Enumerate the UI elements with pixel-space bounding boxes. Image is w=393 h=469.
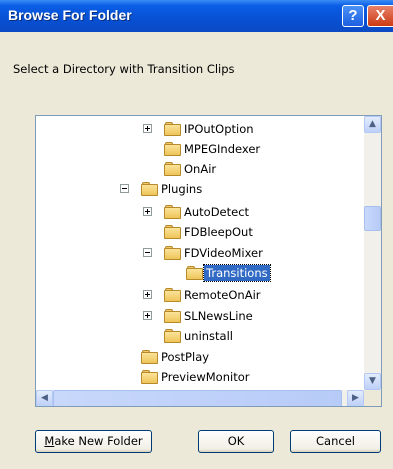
tree-item-label: AutoDetect: [184, 205, 250, 219]
tree-item-label: IPOutOption: [184, 122, 254, 136]
tree-item-label: Plugins: [161, 182, 203, 196]
scroll-right-button[interactable]: ▶: [347, 390, 364, 406]
folder-icon: [164, 205, 181, 219]
tree-item-label: FDVideoMixer: [184, 246, 263, 260]
tree-item-label: OnAir: [184, 162, 217, 176]
instruction-text: Select a Directory with Transition Clips: [13, 62, 235, 76]
folder-icon: [164, 225, 181, 239]
folder-tree[interactable]: IPOutOption MPEGIndexer OnAir Plugins AutoDe…: [35, 115, 382, 407]
folder-icon: [164, 309, 181, 323]
horizontal-scrollbar[interactable]: ◀ ▶: [36, 390, 364, 406]
tree-item-label: SLNewsLine: [184, 309, 253, 323]
folder-icon: [164, 246, 181, 260]
folder-icon: [164, 162, 181, 176]
folder-icon: [141, 350, 158, 364]
ok-button[interactable]: OK: [198, 430, 274, 453]
tree-item-label: FDBleepOut: [184, 225, 253, 239]
close-button[interactable]: X: [367, 5, 393, 27]
expand-icon[interactable]: [143, 290, 152, 299]
scroll-up-button[interactable]: ▲: [364, 116, 381, 133]
tree-item-label: PreviewMonitor: [161, 370, 250, 384]
window-title: Browse For Folder: [8, 7, 132, 23]
expand-icon[interactable]: [143, 207, 152, 216]
folder-icon: [164, 329, 181, 343]
folder-icon: [164, 122, 181, 136]
folder-icon: [164, 142, 181, 156]
folder-icon: [141, 370, 158, 384]
scroll-down-button[interactable]: ▼: [364, 373, 381, 390]
expand-icon[interactable]: [143, 311, 152, 320]
tree-item-label: PostPlay: [161, 350, 210, 364]
vertical-scrollbar[interactable]: ▲ ▼: [364, 116, 381, 390]
collapse-icon[interactable]: [143, 248, 152, 257]
cancel-button[interactable]: Cancel: [290, 430, 381, 453]
tree-item-label: MPEGIndexer: [184, 142, 261, 156]
help-button[interactable]: ?: [342, 5, 364, 27]
collapse-icon[interactable]: [120, 184, 129, 193]
title-bar: Browse For Folder ? X: [0, 0, 393, 32]
folder-icon: [186, 266, 203, 280]
tree-item-label: uninstall: [184, 329, 233, 343]
scrollbar-corner: [364, 390, 381, 406]
tree-item-label: RemoteOnAir: [184, 288, 261, 302]
folder-icon: [141, 182, 158, 196]
folder-icon: [164, 288, 181, 302]
horizontal-scroll-thumb[interactable]: [53, 390, 342, 406]
vertical-scroll-thumb[interactable]: [364, 206, 381, 231]
scroll-left-button[interactable]: ◀: [36, 390, 53, 406]
make-new-folder-button[interactable]: Make New Folder: [35, 430, 152, 453]
expand-icon[interactable]: [143, 124, 152, 133]
make-new-folder-label: ake New Folder: [54, 434, 143, 448]
tree-item-label: Transitions: [203, 264, 271, 282]
mnemonic-letter: M: [44, 434, 55, 448]
